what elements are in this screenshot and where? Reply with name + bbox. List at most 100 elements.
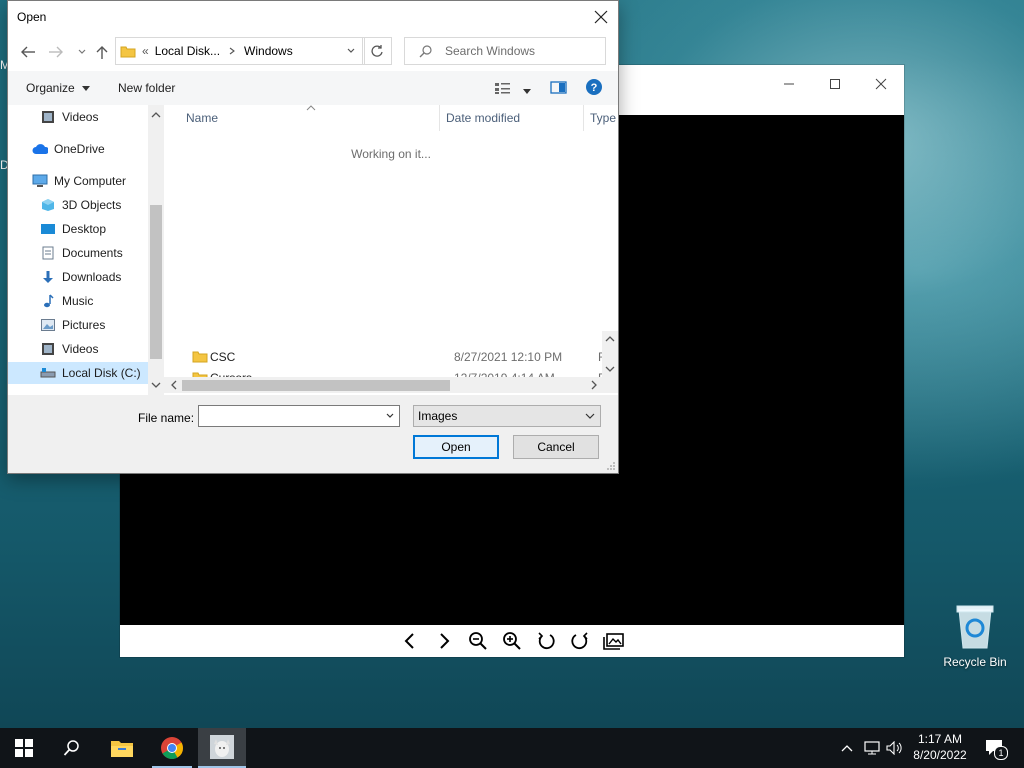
nav-item-videos-top[interactable]: Videos xyxy=(8,106,156,128)
preview-pane-button[interactable] xyxy=(550,81,568,98)
videos-icon xyxy=(40,341,56,357)
file-row[interactable]: CSC 8/27/2021 12:10 PM Fi xyxy=(184,347,618,367)
navigation-pane[interactable]: Videos OneDrive My Computer 3D Objects D… xyxy=(8,105,164,395)
maximize-button[interactable] xyxy=(812,69,858,99)
up-button[interactable] xyxy=(92,43,112,61)
show-hidden-icons-button[interactable] xyxy=(836,728,858,768)
nav-item-desktop[interactable]: Desktop xyxy=(8,218,156,240)
nav-item-music[interactable]: Music xyxy=(8,290,156,312)
nav-item-videos[interactable]: Videos xyxy=(8,338,156,360)
3d-objects-icon xyxy=(40,197,56,213)
column-header-date-modified[interactable]: Date modified xyxy=(446,105,520,131)
network-button[interactable] xyxy=(860,728,884,768)
network-icon xyxy=(864,741,880,755)
nav-item-local-disk[interactable]: Local Disk (C:) xyxy=(8,362,156,384)
address-bar[interactable]: « Local Disk... Windows xyxy=(115,37,365,65)
gallery-button[interactable] xyxy=(600,627,628,655)
zoom-in-icon xyxy=(503,632,521,650)
scroll-right-icon xyxy=(591,380,597,390)
nav-item-label: Videos xyxy=(62,110,99,124)
resize-grip-icon[interactable] xyxy=(606,461,616,471)
scroll-up-icon xyxy=(605,336,615,342)
rotate-right-button[interactable] xyxy=(566,627,594,655)
chrome-button[interactable] xyxy=(148,728,196,768)
column-divider[interactable] xyxy=(439,105,440,131)
recent-locations-button[interactable] xyxy=(72,43,92,61)
zoom-in-button[interactable] xyxy=(498,627,526,655)
folder-icon xyxy=(192,351,208,363)
open-button[interactable]: Open xyxy=(413,435,499,459)
cancel-button[interactable]: Cancel xyxy=(513,435,599,459)
column-divider[interactable] xyxy=(583,105,584,131)
breadcrumb-local-disk[interactable]: Local Disk... xyxy=(155,44,220,58)
file-name-input[interactable] xyxy=(198,405,400,427)
command-bar: Organize New folder ? xyxy=(8,71,618,106)
nav-item-onedrive[interactable]: OneDrive xyxy=(8,138,156,160)
view-options-button[interactable] xyxy=(494,81,532,98)
music-icon xyxy=(40,293,56,309)
forward-button[interactable] xyxy=(46,43,66,61)
nav-item-downloads[interactable]: Downloads xyxy=(8,266,156,288)
viewer-toolbar xyxy=(120,625,904,657)
file-name: CSC xyxy=(210,350,236,364)
nav-item-label: Music xyxy=(62,294,94,308)
dialog-footer: File name: Images Open Cancel xyxy=(8,395,618,473)
search-box[interactable]: Search Windows xyxy=(404,37,606,65)
volume-button[interactable] xyxy=(884,728,906,768)
chrome-icon xyxy=(161,737,183,759)
loading-status: Working on it... xyxy=(351,147,431,161)
preview-pane-icon xyxy=(550,81,567,94)
refresh-button[interactable] xyxy=(362,37,392,65)
new-folder-button[interactable]: New folder xyxy=(118,81,175,95)
close-button[interactable] xyxy=(858,69,904,99)
scrollbar-thumb[interactable] xyxy=(150,205,162,359)
nav-item-my-computer[interactable]: My Computer xyxy=(8,170,156,192)
dialog-close-button[interactable] xyxy=(584,1,618,33)
scrollbar-thumb[interactable] xyxy=(182,380,450,391)
minimize-button[interactable] xyxy=(766,69,812,99)
chevron-down-icon xyxy=(347,48,355,53)
taskbar: 1:17 AM 8/20/2022 1 xyxy=(0,728,1024,768)
search-button[interactable] xyxy=(48,728,96,768)
folder-icon xyxy=(120,46,136,58)
previous-button[interactable] xyxy=(396,627,424,655)
file-explorer-button[interactable] xyxy=(98,728,146,768)
chevron-down-icon xyxy=(386,413,394,418)
zoom-out-button[interactable] xyxy=(464,627,492,655)
notification-center-button[interactable]: 1 xyxy=(980,728,1010,768)
nav-item-documents[interactable]: Documents xyxy=(8,242,156,264)
downloads-icon xyxy=(40,269,56,285)
rotate-left-button[interactable] xyxy=(532,627,560,655)
nav-item-3d-objects[interactable]: 3D Objects xyxy=(8,194,156,216)
chevron-down-icon xyxy=(78,49,86,54)
file-list[interactable]: Name Date modified Type Working on it...… xyxy=(164,105,618,395)
column-header-type[interactable]: Type xyxy=(590,105,616,131)
recycle-bin-label: Recycle Bin xyxy=(943,655,1007,669)
dialog-titlebar[interactable]: Open xyxy=(8,1,618,33)
help-button[interactable]: ? xyxy=(585,78,603,99)
organize-button[interactable]: Organize xyxy=(26,81,91,95)
address-overflow[interactable]: « xyxy=(142,44,149,58)
file-type-select[interactable]: Images xyxy=(413,405,601,427)
navigation-pane-scrollbar[interactable] xyxy=(148,105,164,395)
nav-item-pictures[interactable]: Pictures xyxy=(8,314,156,336)
nav-item-label: Pictures xyxy=(62,318,106,332)
file-list-horizontal-scrollbar[interactable] xyxy=(164,377,602,393)
help-icon: ? xyxy=(586,79,602,95)
open-dialog[interactable]: Open « Local Disk... Windows Search Wind… xyxy=(7,0,619,474)
breadcrumb-windows[interactable]: Windows xyxy=(244,44,293,58)
chevron-up-icon xyxy=(841,745,853,752)
gallery-icon xyxy=(603,633,624,650)
file-name-dropdown[interactable] xyxy=(381,406,399,426)
back-button[interactable] xyxy=(18,43,38,61)
nav-item-label: 3D Objects xyxy=(62,198,122,212)
file-list-vertical-scrollbar[interactable] xyxy=(602,331,618,393)
file-explorer-icon xyxy=(111,741,133,757)
next-button[interactable] xyxy=(430,627,458,655)
clock[interactable]: 1:17 AM 8/20/2022 xyxy=(906,731,974,763)
up-arrow-icon xyxy=(96,46,108,59)
recycle-bin[interactable]: Recycle Bin xyxy=(938,600,1012,669)
column-header-name[interactable]: Name xyxy=(186,105,218,131)
start-button[interactable] xyxy=(0,728,48,768)
image-viewer-button[interactable] xyxy=(198,728,246,768)
